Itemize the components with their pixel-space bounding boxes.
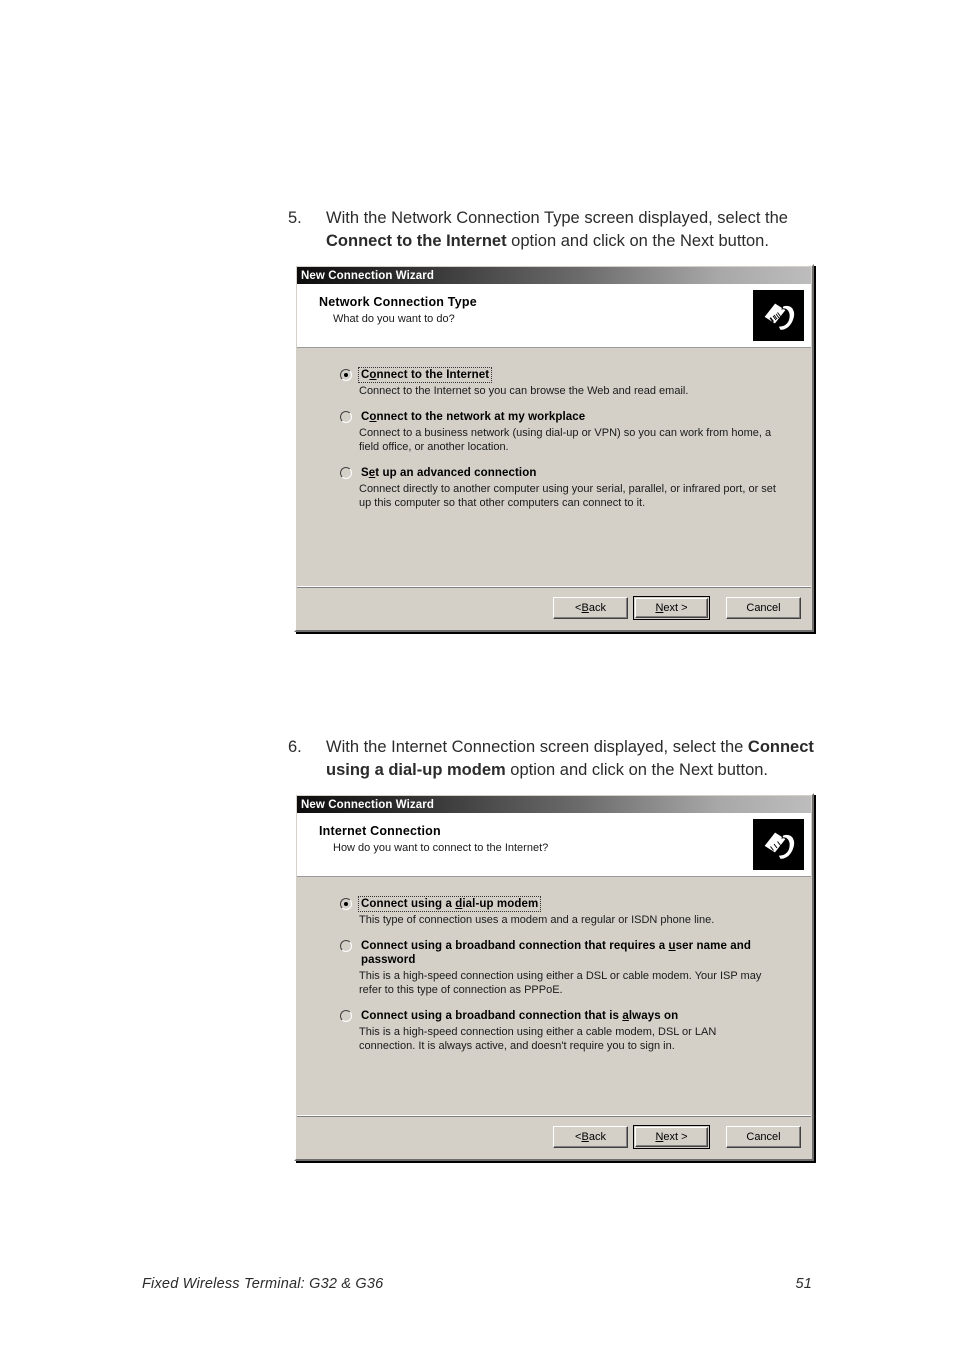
- network-connector-icon: [753, 290, 804, 341]
- wizard-2-title: New Connection Wizard: [301, 798, 434, 811]
- next-button[interactable]: Next >: [633, 596, 710, 620]
- back-button[interactable]: < Back: [553, 597, 628, 619]
- step-6-number: 6.: [288, 738, 302, 756]
- wizard-1-button-bar: < Back Next > Cancel: [297, 586, 811, 629]
- step-6-instruction: 6. With the Internet Connection screen d…: [288, 736, 854, 782]
- cancel-button[interactable]: Cancel: [726, 597, 801, 619]
- wizard-1-option-3-label: Set up an advanced connection: [361, 467, 537, 479]
- wizard-1-header: Network Connection Type What do you want…: [297, 284, 811, 348]
- wizard-1-heading: Network Connection Type: [319, 295, 477, 309]
- network-connector-icon: [753, 819, 804, 870]
- cancel-button[interactable]: Cancel: [726, 1126, 801, 1148]
- step-5-bold-term: Connect to the Internet: [326, 232, 507, 250]
- manual-page: 5. With the Network Connection Type scre…: [0, 0, 954, 1352]
- wizard-1-option-2-description: Connect to a business network (using dia…: [359, 427, 772, 453]
- wizard-2-option-2-label: Connect using a broadband connection tha…: [361, 940, 751, 966]
- wizard-1-options-list: Connect to the Internet Connect to the I…: [296, 348, 812, 586]
- page-number: 51: [795, 1276, 812, 1292]
- radio-icon-connect-to-internet[interactable]: [340, 369, 352, 381]
- footer-title: Fixed Wireless Terminal: G32 & G36: [142, 1276, 384, 1292]
- step-6-text-after: option and click on the Next button.: [505, 761, 769, 779]
- step-6-text: With the Internet Connection screen disp…: [326, 736, 854, 782]
- wizard-1-option-2-label: Connect to the network at my workplace: [361, 411, 586, 423]
- wizard-2-options-list: Connect using a dial-up modem This type …: [296, 877, 812, 1115]
- radio-icon-broadband-always-on[interactable]: [340, 1010, 352, 1022]
- wizard-2-option-3-description: This is a high-speed connection using ei…: [359, 1026, 717, 1052]
- back-button[interactable]: < Back: [553, 1126, 628, 1148]
- wizard-1-subheading: What do you want to do?: [333, 313, 455, 325]
- wizard-2-heading: Internet Connection: [319, 824, 441, 838]
- step-5-text-after: option and click on the Next button.: [506, 232, 769, 250]
- wizard-2-option-3-label: Connect using a broadband connection tha…: [361, 1010, 679, 1022]
- wizard-2-option-broadband-always-on[interactable]: Connect using a broadband connection tha…: [340, 1009, 790, 1053]
- wizard-1-option-1-label: Connect to the Internet: [357, 367, 493, 383]
- wizard-2-option-broadband-username[interactable]: Connect using a broadband connection tha…: [340, 939, 790, 997]
- wizard-1-option-connect-workplace[interactable]: Connect to the network at my workplace C…: [340, 410, 790, 454]
- step-5-instruction: 5. With the Network Connection Type scre…: [288, 207, 848, 253]
- wizard-2-option-2-description: This is a high-speed connection using ei…: [359, 970, 762, 996]
- wizard-2-option-1-description: This type of connection uses a modem and…: [359, 914, 715, 926]
- step-5-text: With the Network Connection Type screen …: [326, 207, 848, 253]
- radio-icon-broadband-username[interactable]: [340, 940, 352, 952]
- step-5-text-before: With the Network Connection Type screen …: [326, 209, 788, 227]
- wizard-2-header: Internet Connection How do you want to c…: [297, 813, 811, 877]
- new-connection-wizard-dialog-1: New Connection Wizard Network Connection…: [294, 264, 814, 632]
- wizard-1-option-1-description: Connect to the Internet so you can brows…: [359, 385, 689, 397]
- radio-icon-dialup-modem[interactable]: [340, 898, 352, 910]
- wizard-1-title: New Connection Wizard: [301, 269, 434, 282]
- wizard-1-option-connect-to-internet[interactable]: Connect to the Internet Connect to the I…: [340, 367, 790, 398]
- wizard-2-option-1-label: Connect using a dial-up modem: [357, 896, 542, 912]
- page-footer: Fixed Wireless Terminal: G32 & G36 51: [142, 1276, 812, 1292]
- step-5-number: 5.: [288, 209, 302, 227]
- wizard-2-subheading: How do you want to connect to the Intern…: [333, 842, 549, 854]
- next-button[interactable]: Next >: [633, 1125, 710, 1149]
- wizard-1-option-3-description: Connect directly to another computer usi…: [359, 483, 776, 509]
- radio-icon-connect-workplace[interactable]: [340, 411, 352, 423]
- wizard-2-button-bar: < Back Next > Cancel: [297, 1115, 811, 1158]
- wizard-2-option-dialup-modem[interactable]: Connect using a dial-up modem This type …: [340, 896, 790, 927]
- wizard-1-titlebar: New Connection Wizard: [297, 267, 811, 284]
- wizard-2-titlebar: New Connection Wizard: [297, 796, 811, 813]
- wizard-1-option-advanced-connection[interactable]: Set up an advanced connection Connect di…: [340, 466, 790, 510]
- new-connection-wizard-dialog-2: New Connection Wizard Internet Connectio…: [294, 793, 814, 1161]
- step-6-text-before: With the Internet Connection screen disp…: [326, 738, 748, 756]
- radio-icon-advanced-connection[interactable]: [340, 467, 352, 479]
